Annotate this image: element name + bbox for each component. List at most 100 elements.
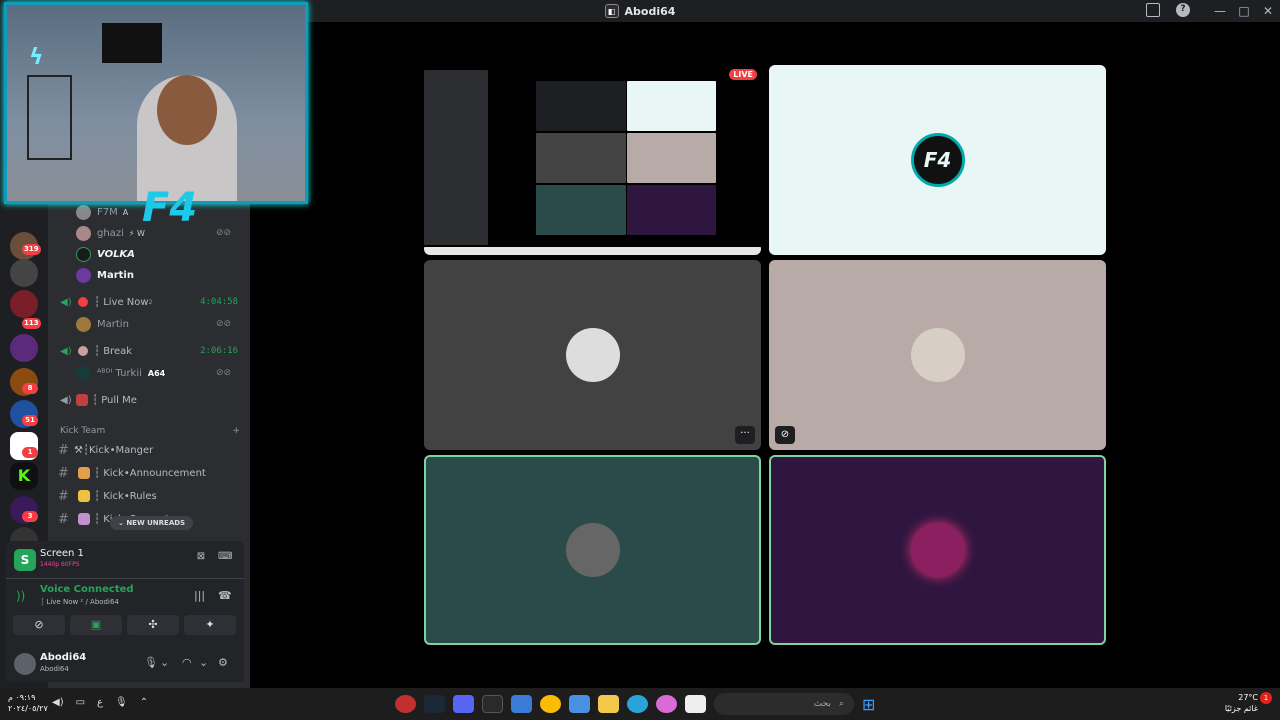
participant-tile[interactable]: F4: [769, 65, 1106, 255]
webcam-overlay: ϟ F4: [4, 2, 308, 231]
channel-name: ┆ Kick•Rules: [94, 490, 157, 502]
user-name: Abodi64: [40, 652, 87, 663]
search-box[interactable]: بحث ⌕: [714, 693, 854, 715]
participant-tile-speaking[interactable]: [769, 455, 1106, 645]
help-icon[interactable]: ?: [1176, 3, 1190, 17]
participant-tile-speaking[interactable]: [424, 455, 761, 645]
connection-icon[interactable]: )): [16, 589, 25, 603]
server-badge: 3: [22, 511, 38, 522]
camera-off-button[interactable]: ⊘: [13, 615, 65, 635]
voice-user[interactable]: ghazi ⚡ W ⊘⊘: [76, 223, 231, 243]
avatar: [76, 225, 91, 241]
chevron-down-icon[interactable]: ⌄: [160, 656, 169, 669]
share-screen-button[interactable]: ▣: [70, 615, 122, 635]
store-icon[interactable]: [569, 695, 590, 713]
gear-icon[interactable]: ⚙: [218, 656, 228, 669]
hash-icon: #: [58, 488, 69, 504]
voice-channel-live-now[interactable]: ◀) ┆ Live Now 2 4:04:58: [48, 292, 250, 312]
inbox-icon[interactable]: [1146, 3, 1160, 17]
start-icon[interactable]: ⊞: [862, 695, 875, 714]
new-unreads-button[interactable]: ⌄ NEW UNREADS: [110, 516, 194, 530]
terminal-icon[interactable]: [482, 695, 503, 713]
avatar[interactable]: [14, 653, 36, 675]
chevron-down-icon[interactable]: ⌄: [199, 656, 208, 669]
app-icon[interactable]: [395, 695, 416, 713]
network-icon[interactable]: ▭: [76, 697, 85, 708]
server-icon[interactable]: [10, 259, 38, 287]
close-button[interactable]: ✕: [1256, 4, 1280, 18]
avatar: [565, 523, 620, 577]
copilot-icon[interactable]: [656, 695, 677, 713]
mini-tile: [536, 81, 626, 131]
maximize-button[interactable]: □: [1232, 4, 1256, 18]
voice-user[interactable]: F7M A: [76, 202, 128, 222]
chrome-icon[interactable]: [540, 695, 561, 713]
speaker-icon: ◀): [60, 345, 72, 357]
text-channel[interactable]: # ⚒┆Kick•Manger: [58, 440, 153, 460]
edge-icon[interactable]: [627, 695, 648, 713]
voice-user[interactable]: Martin: [76, 265, 134, 285]
participant-tile[interactable]: ···: [424, 260, 761, 450]
headphones-icon[interactable]: ◠: [182, 656, 192, 669]
stream-settings-icon[interactable]: ⌨: [218, 551, 232, 565]
new-unreads-label: NEW UNREADS: [126, 519, 186, 527]
microphone-icon[interactable]: 🎙: [115, 697, 128, 708]
participant-tile[interactable]: ⊘: [769, 260, 1106, 450]
soundboard-button[interactable]: ✦: [184, 615, 236, 635]
stop-stream-icon[interactable]: ⊠: [194, 551, 208, 565]
voice-channel-path[interactable]: ┆ Live Now ² / Abodi64: [40, 598, 119, 606]
steam-icon[interactable]: [424, 695, 445, 713]
weather-temp: 27°C: [1238, 693, 1258, 702]
activities-button[interactable]: ✣: [127, 615, 179, 635]
stream-quality: 1440p 60FPS: [40, 561, 80, 568]
text-channel[interactable]: # ┆ Kick•Rules: [58, 486, 157, 506]
folder-icon[interactable]: [598, 695, 619, 713]
kick-server-icon[interactable]: K: [10, 462, 38, 490]
voice-channel-break[interactable]: ◀) ┆ Break 2:06:16: [48, 341, 250, 361]
noise-suppression-icon[interactable]: |||: [194, 589, 205, 602]
folder-icon: [78, 490, 90, 502]
window-title: ◧ Abodi64: [604, 4, 675, 18]
language-indicator[interactable]: ع: [97, 697, 103, 708]
volume-icon[interactable]: ◀): [52, 697, 64, 708]
avatar: [76, 204, 91, 220]
user-tag: A: [122, 207, 129, 217]
voice-user[interactable]: VOLKA: [76, 244, 135, 264]
category-kick-team[interactable]: Kick Team +: [60, 426, 240, 436]
camera-off-icon[interactable]: ⊘: [775, 426, 795, 444]
server-icon[interactable]: [10, 334, 38, 362]
minimize-button[interactable]: —: [1208, 4, 1232, 18]
voice-user[interactable]: ᴬᴮᴰᴵ Turkii A64 ⊘⊘: [76, 363, 231, 383]
clock-date: ٢٠٢٤/٠٥/٢٧: [8, 704, 48, 713]
microphone-icon[interactable]: 🎙: [144, 656, 158, 669]
clock-time: ٠٩:١٩ م: [8, 693, 36, 702]
search-icon: ⌕: [838, 699, 844, 709]
mini-sidebar: [424, 70, 488, 245]
screen-share-tile[interactable]: LIVE: [424, 65, 761, 255]
avatar: [76, 316, 91, 332]
channel-emoji-icon: [78, 467, 90, 479]
channel-emoji-icon: [78, 346, 88, 356]
user-tag: A64: [147, 368, 166, 378]
disconnect-icon[interactable]: ☎: [218, 589, 232, 602]
server-icon[interactable]: [10, 290, 38, 318]
user-name: Martin: [97, 269, 134, 281]
webcam-head: [157, 75, 217, 145]
task-view-icon[interactable]: [685, 695, 706, 713]
channel-emoji-icon: [78, 513, 90, 525]
channel-name: ┆ Live Now: [94, 296, 149, 308]
search-placeholder: بحث: [813, 699, 831, 709]
voice-status[interactable]: Voice Connected: [40, 584, 134, 595]
weather-widget[interactable]: 27°C غائم جزئيًا: [1225, 692, 1258, 714]
discord-icon[interactable]: [453, 695, 474, 713]
webcam-shelf: [27, 75, 72, 160]
chevron-up-icon[interactable]: ⌃: [140, 697, 148, 708]
text-channel[interactable]: # ┆ Kick•Announcement: [58, 463, 206, 483]
add-channel-icon[interactable]: +: [232, 426, 240, 436]
more-options-button[interactable]: ···: [735, 426, 755, 444]
clock[interactable]: ٠٩:١٩ م ٢٠٢٤/٠٥/٢٧: [8, 692, 48, 714]
voice-user[interactable]: Martin ⊘⊘: [76, 314, 231, 334]
app-icon[interactable]: [511, 695, 532, 713]
voice-channel-pull-me[interactable]: ◀) ┆ Pull Me: [48, 390, 250, 410]
stream-title: Screen 1: [40, 548, 84, 559]
